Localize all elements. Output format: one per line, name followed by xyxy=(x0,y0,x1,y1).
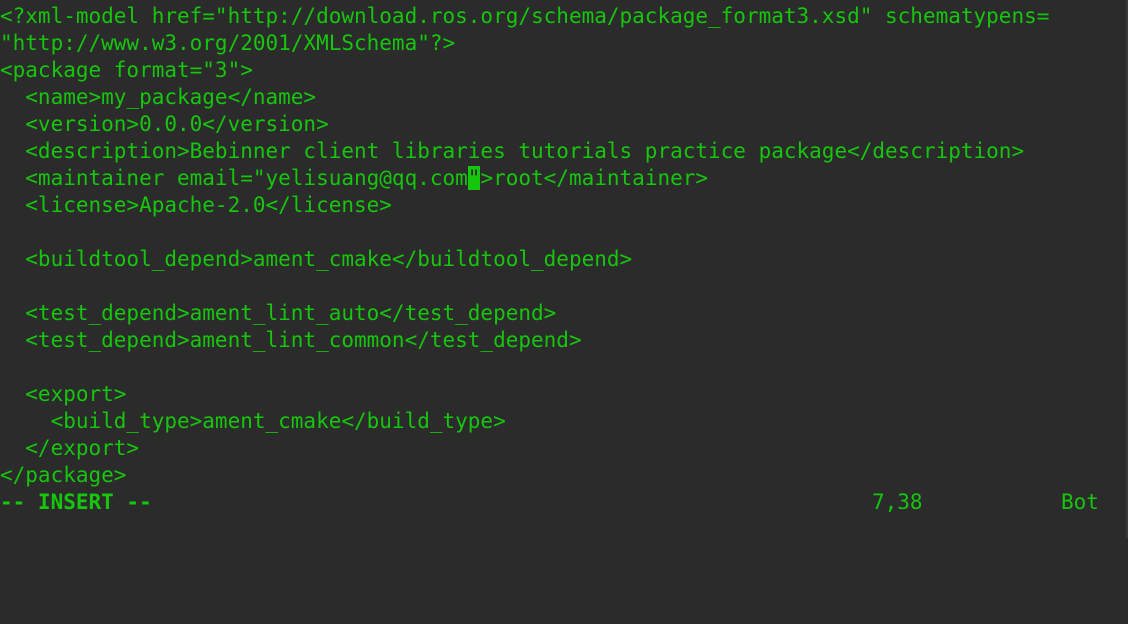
code-line-7: <maintainer email="yelisuang@qq.com">roo… xyxy=(0,165,1126,192)
code-line-text: <description>Bebinner client libraries t… xyxy=(0,139,1025,163)
code-line-12: <test_depend>ament_lint_auto</test_depen… xyxy=(0,300,1126,327)
code-line-text: <test_depend>ament_lint_auto</test_depen… xyxy=(0,301,557,325)
code-line-text: <export> xyxy=(0,382,127,406)
code-line-text: <license>Apache-2.0</license> xyxy=(0,193,392,217)
code-line-text: <buildtool_depend>ament_cmake</buildtool… xyxy=(0,247,633,271)
code-line-13: <test_depend>ament_lint_common</test_dep… xyxy=(0,327,1126,354)
code-line-4: <name>my_package</name> xyxy=(0,84,1126,111)
code-line-10: <buildtool_depend>ament_cmake</buildtool… xyxy=(0,246,1126,273)
code-line-after-cursor: >root</maintainer> xyxy=(480,166,709,190)
scroll-position: Bot xyxy=(1061,490,1099,514)
code-line-text: <?xml-model href="http://download.ros.or… xyxy=(0,4,1050,28)
code-line-text: <test_depend>ament_lint_common</test_dep… xyxy=(0,328,582,352)
vim-status-line: -- INSERT -- 7,38 Bot xyxy=(0,489,1128,516)
code-line-text: </package> xyxy=(0,463,127,487)
code-line-text: </export> xyxy=(0,436,140,460)
code-line-before-cursor: <maintainer email="yelisuang@qq.com xyxy=(0,166,468,190)
code-line-15: <export> xyxy=(0,381,1126,408)
text-cursor[interactable]: " xyxy=(467,166,481,190)
code-line-17: </export> xyxy=(0,435,1126,462)
mode-indicator: -- INSERT -- xyxy=(0,490,152,514)
code-line-text: <build_type>ament_cmake</build_type> xyxy=(0,409,506,433)
code-line-8: <license>Apache-2.0</license> xyxy=(0,192,1126,219)
code-line-18: </package> xyxy=(0,462,1126,489)
code-line-6: <description>Bebinner client libraries t… xyxy=(0,138,1126,165)
code-line-3: <package format="3"> xyxy=(0,57,1126,84)
code-line-1: <?xml-model href="http://download.ros.or… xyxy=(0,3,1126,30)
terminal-window[interactable]: <?xml-model href="http://download.ros.or… xyxy=(0,0,1128,538)
cursor-position: 7,38 xyxy=(872,490,923,514)
code-line-16: <build_type>ament_cmake</build_type> xyxy=(0,408,1126,435)
code-line-text: "http://www.w3.org/2001/XMLSchema"?> xyxy=(0,31,456,55)
code-line-2: "http://www.w3.org/2001/XMLSchema"?> xyxy=(0,30,1126,57)
code-line-text: <package format="3"> xyxy=(0,58,253,82)
code-line-5: <version>0.0.0</version> xyxy=(0,111,1126,138)
code-line-text: <name>my_package</name> xyxy=(0,85,317,109)
code-line-text: <version>0.0.0</version> xyxy=(0,112,329,136)
